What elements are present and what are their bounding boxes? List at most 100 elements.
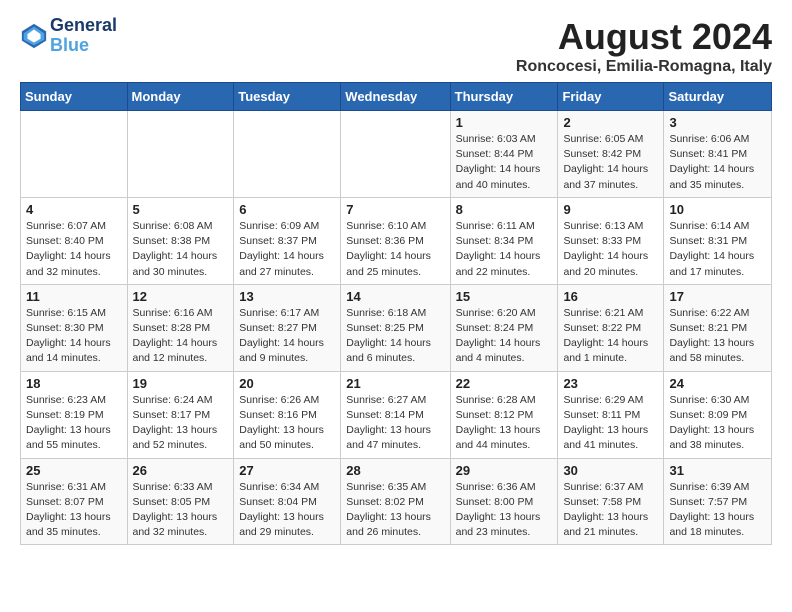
- day-cell: 16Sunrise: 6:21 AM Sunset: 8:22 PM Dayli…: [558, 284, 664, 371]
- day-info: Sunrise: 6:27 AM Sunset: 8:14 PM Dayligh…: [346, 393, 444, 454]
- subtitle: Roncocesi, Emilia-Romagna, Italy: [516, 58, 772, 76]
- day-number: 21: [346, 376, 444, 391]
- day-info: Sunrise: 6:31 AM Sunset: 8:07 PM Dayligh…: [26, 480, 122, 541]
- day-cell: [341, 111, 450, 198]
- week-row-5: 25 Sunrise: 6:31 AM Sunset: 8:07 PM Dayli…: [21, 458, 772, 545]
- day-cell: 12 Sunrise: 6:16 AM Sunset: 8:28 PM Dayli…: [127, 284, 234, 371]
- day-number: 15: [456, 289, 553, 304]
- day-cell: 14 Sunrise: 6:18 AM Sunset: 8:25 PM Dayli…: [341, 284, 450, 371]
- day-info: Sunrise: 6:37 AM Sunset: 7:58 PM Dayligh…: [563, 480, 658, 541]
- day-info: Sunrise: 6:20 AM Sunset: 8:24 PM Dayligh…: [456, 306, 553, 367]
- day-number: 12: [133, 289, 229, 304]
- weekday-wednesday: Wednesday: [341, 83, 450, 111]
- day-number: 14: [346, 289, 444, 304]
- day-info: Sunrise: 6:06 AM Sunset: 8:41 PM Dayligh…: [669, 132, 766, 193]
- day-info: Sunrise: 6:22 AM Sunset: 8:21 PM Dayligh…: [669, 306, 766, 367]
- day-info: Sunrise: 6:10 AM Sunset: 8:36 PM Dayligh…: [346, 219, 444, 280]
- day-info: Sunrise: 6:07 AM Sunset: 8:40 PM Dayligh…: [26, 219, 122, 280]
- main-title: August 2024: [516, 16, 772, 58]
- week-row-1: 1Sunrise: 6:03 AM Sunset: 8:44 PM Daylig…: [21, 111, 772, 198]
- day-number: 10: [669, 202, 766, 217]
- day-number: 4: [26, 202, 122, 217]
- day-cell: 5 Sunrise: 6:08 AM Sunset: 8:38 PM Daylig…: [127, 197, 234, 284]
- day-number: 16: [563, 289, 658, 304]
- day-info: Sunrise: 6:14 AM Sunset: 8:31 PM Dayligh…: [669, 219, 766, 280]
- day-cell: 3 Sunrise: 6:06 AM Sunset: 8:41 PM Daylig…: [664, 111, 772, 198]
- day-info: Sunrise: 6:03 AM Sunset: 8:44 PM Dayligh…: [456, 132, 553, 193]
- day-number: 9: [563, 202, 658, 217]
- day-cell: 28 Sunrise: 6:35 AM Sunset: 8:02 PM Dayli…: [341, 458, 450, 545]
- day-cell: 15 Sunrise: 6:20 AM Sunset: 8:24 PM Dayli…: [450, 284, 558, 371]
- day-number: 11: [26, 289, 122, 304]
- week-row-3: 11 Sunrise: 6:15 AM Sunset: 8:30 PM Dayli…: [21, 284, 772, 371]
- day-cell: 6Sunrise: 6:09 AM Sunset: 8:37 PM Daylig…: [234, 197, 341, 284]
- day-number: 5: [133, 202, 229, 217]
- logo: General Blue: [20, 16, 117, 56]
- day-cell: 30 Sunrise: 6:37 AM Sunset: 7:58 PM Dayli…: [558, 458, 664, 545]
- day-cell: 21 Sunrise: 6:27 AM Sunset: 8:14 PM Dayli…: [341, 371, 450, 458]
- day-info: Sunrise: 6:15 AM Sunset: 8:30 PM Dayligh…: [26, 306, 122, 367]
- day-info: Sunrise: 6:24 AM Sunset: 8:17 PM Dayligh…: [133, 393, 229, 454]
- weekday-sunday: Sunday: [21, 83, 128, 111]
- day-number: 25: [26, 463, 122, 478]
- day-number: 18: [26, 376, 122, 391]
- day-number: 7: [346, 202, 444, 217]
- calendar-body: 1Sunrise: 6:03 AM Sunset: 8:44 PM Daylig…: [21, 111, 772, 545]
- day-info: Sunrise: 6:34 AM Sunset: 8:04 PM Dayligh…: [239, 480, 335, 541]
- day-number: 28: [346, 463, 444, 478]
- weekday-thursday: Thursday: [450, 83, 558, 111]
- day-info: Sunrise: 6:11 AM Sunset: 8:34 PM Dayligh…: [456, 219, 553, 280]
- day-cell: 25 Sunrise: 6:31 AM Sunset: 8:07 PM Dayli…: [21, 458, 128, 545]
- day-info: Sunrise: 6:17 AM Sunset: 8:27 PM Dayligh…: [239, 306, 335, 367]
- day-info: Sunrise: 6:23 AM Sunset: 8:19 PM Dayligh…: [26, 393, 122, 454]
- day-number: 31: [669, 463, 766, 478]
- day-number: 13: [239, 289, 335, 304]
- day-number: 6: [239, 202, 335, 217]
- calendar-table: SundayMondayTuesdayWednesdayThursdayFrid…: [20, 82, 772, 545]
- day-cell: 29 Sunrise: 6:36 AM Sunset: 8:00 PM Dayli…: [450, 458, 558, 545]
- week-row-4: 18 Sunrise: 6:23 AM Sunset: 8:19 PM Dayli…: [21, 371, 772, 458]
- day-info: Sunrise: 6:05 AM Sunset: 8:42 PM Dayligh…: [563, 132, 658, 193]
- day-info: Sunrise: 6:13 AM Sunset: 8:33 PM Dayligh…: [563, 219, 658, 280]
- day-number: 30: [563, 463, 658, 478]
- day-info: Sunrise: 6:08 AM Sunset: 8:38 PM Dayligh…: [133, 219, 229, 280]
- day-cell: 2 Sunrise: 6:05 AM Sunset: 8:42 PM Daylig…: [558, 111, 664, 198]
- day-number: 3: [669, 115, 766, 130]
- day-number: 22: [456, 376, 553, 391]
- day-info: Sunrise: 6:33 AM Sunset: 8:05 PM Dayligh…: [133, 480, 229, 541]
- day-cell: 18 Sunrise: 6:23 AM Sunset: 8:19 PM Dayli…: [21, 371, 128, 458]
- day-cell: 9 Sunrise: 6:13 AM Sunset: 8:33 PM Daylig…: [558, 197, 664, 284]
- day-info: Sunrise: 6:26 AM Sunset: 8:16 PM Dayligh…: [239, 393, 335, 454]
- day-info: Sunrise: 6:16 AM Sunset: 8:28 PM Dayligh…: [133, 306, 229, 367]
- day-info: Sunrise: 6:35 AM Sunset: 8:02 PM Dayligh…: [346, 480, 444, 541]
- day-cell: 22Sunrise: 6:28 AM Sunset: 8:12 PM Dayli…: [450, 371, 558, 458]
- day-cell: 1Sunrise: 6:03 AM Sunset: 8:44 PM Daylig…: [450, 111, 558, 198]
- weekday-header: SundayMondayTuesdayWednesdayThursdayFrid…: [21, 83, 772, 111]
- weekday-friday: Friday: [558, 83, 664, 111]
- page: General Blue August 2024 Roncocesi, Emil…: [0, 0, 792, 555]
- weekday-tuesday: Tuesday: [234, 83, 341, 111]
- day-cell: 10 Sunrise: 6:14 AM Sunset: 8:31 PM Dayli…: [664, 197, 772, 284]
- title-block: August 2024 Roncocesi, Emilia-Romagna, I…: [516, 16, 772, 76]
- day-number: 17: [669, 289, 766, 304]
- header: General Blue August 2024 Roncocesi, Emil…: [20, 16, 772, 76]
- day-cell: 27 Sunrise: 6:34 AM Sunset: 8:04 PM Dayli…: [234, 458, 341, 545]
- day-number: 23: [563, 376, 658, 391]
- day-info: Sunrise: 6:36 AM Sunset: 8:00 PM Dayligh…: [456, 480, 553, 541]
- day-cell: 13 Sunrise: 6:17 AM Sunset: 8:27 PM Dayli…: [234, 284, 341, 371]
- day-number: 2: [563, 115, 658, 130]
- day-number: 29: [456, 463, 553, 478]
- day-cell: 20Sunrise: 6:26 AM Sunset: 8:16 PM Dayli…: [234, 371, 341, 458]
- day-cell: 31Sunrise: 6:39 AM Sunset: 7:57 PM Dayli…: [664, 458, 772, 545]
- day-info: Sunrise: 6:29 AM Sunset: 8:11 PM Dayligh…: [563, 393, 658, 454]
- day-number: 8: [456, 202, 553, 217]
- day-cell: 7 Sunrise: 6:10 AM Sunset: 8:36 PM Daylig…: [341, 197, 450, 284]
- logo-text: General Blue: [50, 16, 117, 56]
- day-cell: [127, 111, 234, 198]
- day-number: 27: [239, 463, 335, 478]
- day-cell: [234, 111, 341, 198]
- day-cell: 8 Sunrise: 6:11 AM Sunset: 8:34 PM Daylig…: [450, 197, 558, 284]
- day-cell: 23 Sunrise: 6:29 AM Sunset: 8:11 PM Dayli…: [558, 371, 664, 458]
- day-info: Sunrise: 6:18 AM Sunset: 8:25 PM Dayligh…: [346, 306, 444, 367]
- day-cell: 4 Sunrise: 6:07 AM Sunset: 8:40 PM Daylig…: [21, 197, 128, 284]
